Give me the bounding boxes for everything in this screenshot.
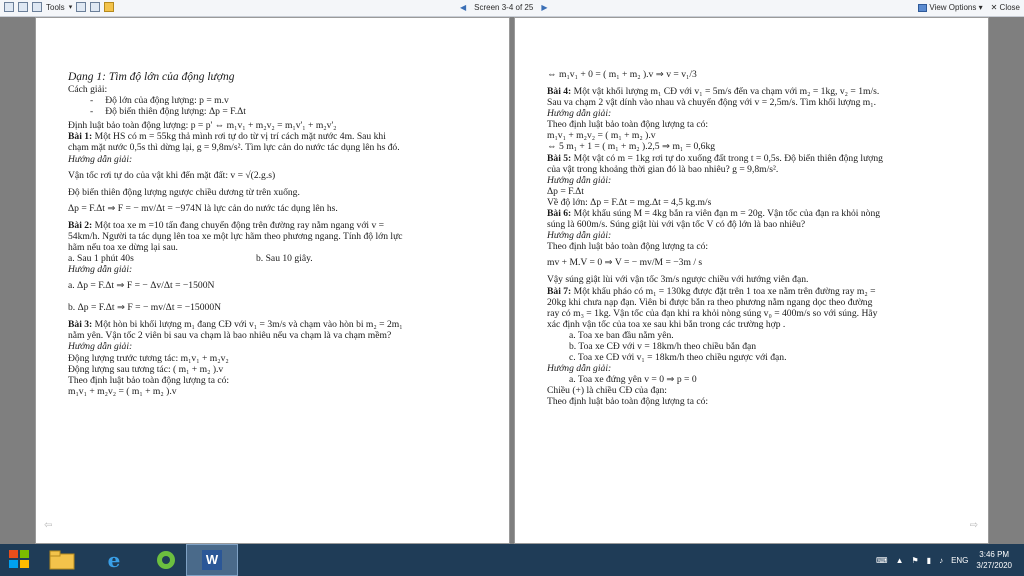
list-item: b. Toa xe CĐ với v = 18km/h theo chiều b…	[569, 340, 757, 352]
clock[interactable]: 3:46 PM 3/27/2020	[976, 549, 1012, 571]
list-item: a. Toa xe ban đầu nằm yên.	[569, 329, 674, 341]
volume-icon[interactable]: ♪	[939, 556, 943, 565]
text-line: Động lượng trước tương tác: m₁v₁ + m₂v₂	[68, 352, 229, 364]
text-line: nằm yên. Vận tốc 2 viên bi sau va chạm l…	[68, 330, 392, 342]
folder-icon[interactable]	[104, 2, 115, 12]
text-line: của vật trong khoảng thời gian đó là bao…	[547, 163, 779, 175]
text-line: súng là 600m/s. Súng giật lùi với vận tố…	[547, 219, 806, 231]
battery-icon[interactable]: ▮	[927, 556, 931, 565]
text-line: 20kg khi chưa nạp đạn. Viên bi được bắn …	[547, 296, 873, 308]
text-line: Cách giải:	[68, 84, 108, 95]
text-line: Hướng dẫn giải:	[68, 264, 133, 276]
text-line: Về độ lớn: Δp = F.Δt = mg.Δt = 4,5 kg.m/…	[547, 196, 712, 208]
windows-start-icon[interactable]	[8, 548, 30, 570]
text-line: Vậy súng giật lùi với vận tốc 3m/s ngược…	[547, 274, 809, 286]
reading-toolbar: Tools ▾ ◀ Screen 3-4 of 25 ▶ View Option…	[0, 0, 1024, 17]
text-line: Bài 6: Một khẩu súng M = 4kg bắn ra viên…	[547, 208, 881, 220]
text-line: xác định vận tốc của toa xe sau khi bắn …	[547, 318, 786, 330]
next-page-icon[interactable]: ⇨	[970, 520, 978, 531]
toolbar-left-group: Tools ▾	[4, 2, 115, 12]
close-icon: ✕	[990, 3, 998, 12]
system-tray: ⌨ ▲ ⚑ ▮ ♪ ENG 3:46 PM 3/27/2020	[876, 544, 1024, 576]
view-options-button[interactable]: View Options ▾	[918, 3, 983, 12]
list-item: c. Toa xe CĐ với v₁ = 18km/h theo chiều …	[569, 352, 787, 364]
coccoc-browser-icon[interactable]	[140, 544, 192, 576]
internet-explorer-icon[interactable]: e	[88, 544, 140, 576]
keyboard-icon[interactable]: ⌨	[876, 556, 888, 565]
text-line: Bài 7: Một khẩu pháo có m₁ = 130kg được …	[547, 285, 876, 297]
screen-navigator: ◀ Screen 3-4 of 25 ▶	[460, 3, 547, 12]
text-line: m₁v₁ + m₂v₂ = ( m₁ + m₂ ).v	[547, 130, 656, 142]
clock-time: 3:46 PM	[979, 550, 1010, 559]
dropdown-icon[interactable]: ▾	[69, 3, 73, 11]
save-icon[interactable]	[4, 2, 14, 12]
page-right-content: ⇔ m₁v₁ + 0 = ( m₁ + m₂ ).v ⇒ v = v₁/3 Bà…	[547, 64, 964, 408]
page-left-content: Dạng 1: Tìm độ lớn của động lượng Cách g…	[68, 70, 485, 397]
toolbar-right-group: View Options ▾ ✕ Close	[918, 3, 1020, 12]
review-icon[interactable]	[76, 2, 87, 12]
text-line: chạm mặt nước 0,5s thì dừng lại, g = 9,8…	[68, 142, 400, 154]
next-screen-icon[interactable]: ▶	[541, 3, 547, 12]
formula-line: Δp = F.Δt ⇒ F = − mv/Δt = −974N là lực c…	[68, 202, 338, 214]
formula-line: Vận tốc rơi tự do của vật khi đến mặt đấ…	[68, 169, 276, 181]
word-taskbar-button[interactable]: W	[186, 544, 238, 576]
view-options-icon	[918, 3, 928, 12]
formula-line: b. Δp = F.Δt ⇒ F = − mv/Δt = −15000N	[68, 302, 222, 314]
text-line: ⇔ 5 m₁ + 1 = ( m₁ + m₂ ).2,5 ⇒ m₁ = 0,6k…	[547, 141, 716, 153]
text-line: Sau va chạm 2 vật dính vào nhau và chuyể…	[547, 97, 877, 109]
language-indicator[interactable]: ENG	[951, 556, 968, 565]
flag-icon[interactable]: ⚑	[911, 556, 918, 565]
text-line: Bài 1: Một HS có m = 55kg thả mình rơi t…	[68, 131, 386, 143]
show-hidden-icons-icon[interactable]: ▲	[896, 556, 904, 565]
print-icon[interactable]	[18, 2, 28, 12]
text-line: Động lượng sau tương tác: ( m₁ + m₂ ).v	[68, 363, 224, 375]
clock-date: 3/27/2020	[976, 561, 1012, 570]
text-line: Hướng dẫn giải:	[547, 363, 612, 375]
text-line: Hướng dẫn giải:	[68, 341, 133, 353]
text-line: m₁v₁ + m₂v₂ = ( m₁ + m₂ ).v	[68, 385, 177, 397]
text-line: Bài 4: Một vật khối lượng m₁ CĐ với v₁ =…	[547, 86, 880, 97]
tools-menu[interactable]: Tools	[46, 3, 65, 12]
text-line: - Độ lớn của động lượng: p = m.v	[90, 95, 229, 107]
document-page-right: ⇔ m₁v₁ + 0 = ( m₁ + m₂ ).v ⇒ v = v₁/3 Bà…	[514, 17, 989, 544]
list-item: a. Toa xe đứng yên v = 0 ⇒ p = 0	[569, 374, 697, 386]
previous-screen-icon[interactable]: ◀	[460, 3, 466, 12]
close-button[interactable]: ✕ Close	[991, 3, 1020, 12]
text-line: Độ biến thiên động lượng ngược chiều dươ…	[68, 186, 300, 198]
text-line: 54km/h. Người ta tác dụng lên toa xe một…	[68, 230, 403, 242]
text-line: Hướng dẫn giải:	[68, 153, 133, 165]
screen-indicator: Screen 3-4 of 25	[474, 3, 534, 12]
text-line: Hướng dẫn giải:	[547, 108, 612, 120]
section-title: Dạng 1: Tìm độ lớn của động lượng	[68, 71, 235, 83]
text-line: Bài 3: Một hòn bi khối lượng m₁ đang CĐ …	[68, 319, 403, 331]
explorer-icon[interactable]	[36, 544, 88, 576]
text-line: Bài 2: Một toa xe m =10 tấn đang chuyển …	[68, 219, 385, 231]
formula-line: a. Δp = F.Δt ⇒ F = − Δv/Δt = −1500N	[68, 280, 215, 292]
text-line: Theo định luật bảo toàn động lượng ta có…	[547, 119, 709, 131]
tools-icon[interactable]	[32, 2, 42, 12]
text-line: - Độ biến thiên động lượng: Δp = F.Δt	[90, 106, 246, 118]
word-icon: W	[202, 550, 222, 570]
formula-line: ⇔ m₁v₁ + 0 = ( m₁ + m₂ ).v ⇒ v = v₁/3	[547, 69, 697, 80]
text-line: a. Sau 1 phút 40s b. Sau 10 giây.	[68, 253, 313, 265]
text-line: Theo định luật bảo toàn động lượng ta có…	[547, 241, 709, 253]
formula-line: mv + M.V = 0 ⇒ V = − mv/M = −3m / s	[547, 257, 703, 269]
text-line: ray có m₃ = 1kg. Vận tốc của đạn khi ra …	[547, 307, 878, 319]
spelling-icon[interactable]	[90, 2, 101, 12]
text-line: Theo định luật bảo toàn động lượng ta có…	[68, 374, 230, 386]
text-line: Theo định luật bảo toàn động lượng ta có…	[547, 396, 709, 408]
taskbar: e W ⌨ ▲ ⚑ ▮ ♪ ENG 3:46 PM 3/27/2020	[0, 544, 1024, 576]
text-line: Định luật bảo toàn động lượng: p = p' ⇔ …	[68, 120, 337, 132]
text-line: Hướng dẫn giải:	[547, 230, 612, 242]
previous-page-icon[interactable]: ⇦	[44, 520, 52, 531]
text-line: Hướng dẫn giải:	[547, 174, 612, 186]
text-line: Bài 5: Một vật có m = 1kg rơi tự do xuốn…	[547, 152, 883, 164]
document-page-left: Dạng 1: Tìm độ lớn của động lượng Cách g…	[35, 17, 510, 544]
text-line: Δp = F.Δt	[547, 185, 584, 197]
text-line: Chiều (+) là chiều CĐ của đạn:	[547, 385, 667, 397]
text-line: hãm nếu toa xe dừng lại sau.	[68, 241, 178, 253]
